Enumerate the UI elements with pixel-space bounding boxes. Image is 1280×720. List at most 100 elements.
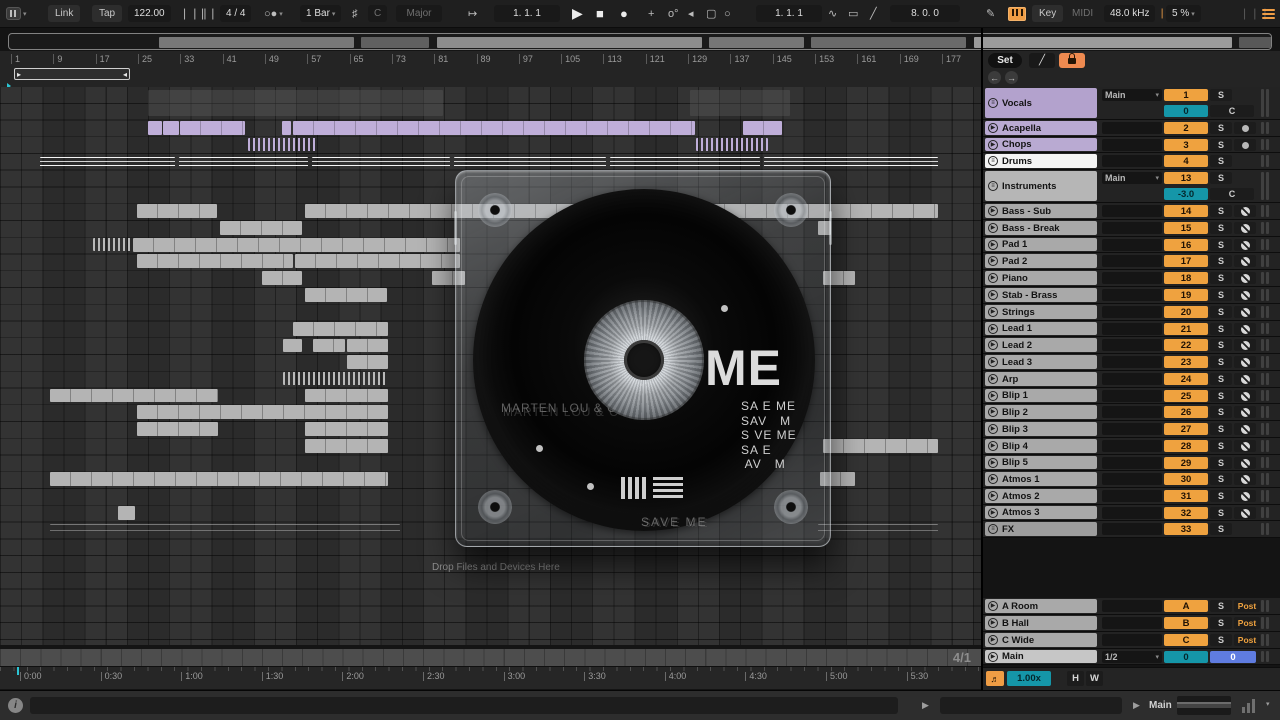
solo-button[interactable]: S — [1210, 473, 1232, 485]
track-row-drums[interactable]: ≡Drums 4S — [983, 153, 1280, 170]
track-value-box[interactable] — [1102, 423, 1162, 435]
track-row-chops[interactable]: ▶Chops3S — [983, 137, 1280, 153]
arrangement-clip[interactable] — [818, 524, 938, 536]
track-play-icon[interactable]: ▶ — [988, 407, 998, 417]
loop-start-field[interactable]: 1. 1. 1 — [756, 5, 822, 22]
solo-button[interactable]: S — [1210, 172, 1232, 184]
track-channel-badge[interactable]: 14 — [1164, 205, 1208, 217]
track-value-box[interactable] — [1102, 339, 1162, 351]
back-arrow-button[interactable]: ← — [988, 71, 1001, 84]
record-button[interactable]: ● — [620, 5, 628, 22]
track-value-box[interactable] — [1102, 122, 1162, 134]
solo-button[interactable]: S — [1210, 339, 1232, 351]
solo-button[interactable]: S — [1210, 373, 1232, 385]
solo-button[interactable]: S — [1210, 122, 1232, 134]
post-toggle[interactable]: Post — [1234, 600, 1260, 612]
post-toggle[interactable]: Post — [1234, 617, 1260, 629]
arrangement-clip[interactable] — [282, 121, 291, 135]
track-name[interactable]: ▶Blip 3 — [985, 422, 1097, 436]
track-play-icon[interactable]: ▶ — [988, 618, 998, 628]
track-name[interactable]: ▶A Room — [985, 599, 1097, 613]
arrangement-clip[interactable] — [305, 422, 388, 436]
track-value-box[interactable] — [1102, 239, 1162, 251]
track-value-box[interactable] — [1102, 507, 1162, 519]
track-value-box[interactable] — [1102, 155, 1162, 167]
arrangement-clip[interactable] — [148, 90, 443, 116]
arrangement-clip[interactable] — [743, 121, 782, 135]
track-name[interactable]: ▶Pad 1 — [985, 238, 1097, 251]
track-value-box[interactable] — [1102, 617, 1162, 629]
track-channel-badge[interactable]: 19 — [1164, 289, 1208, 301]
solo-button[interactable]: S — [1210, 617, 1232, 629]
track-row-blip-3[interactable]: ▶Blip 327S — [983, 421, 1280, 438]
solo-button[interactable]: S — [1210, 306, 1232, 318]
track-arm-box[interactable] — [1234, 122, 1256, 134]
arrangement-clip[interactable] — [40, 157, 175, 168]
group-track-icon[interactable]: ≡ — [988, 181, 998, 191]
track-play-icon[interactable]: ▶ — [988, 441, 998, 451]
solo-button[interactable]: S — [1210, 507, 1232, 519]
track-play-icon[interactable]: ▶ — [988, 357, 998, 367]
track-name[interactable]: ▶Bass - Sub — [985, 204, 1097, 218]
set-button[interactable]: Set — [988, 53, 1022, 68]
track-arm-box[interactable] — [1234, 339, 1256, 351]
track-name[interactable]: ▶Blip 4 — [985, 439, 1097, 453]
solo-button[interactable]: S — [1210, 139, 1232, 151]
track-channel-badge[interactable]: 33 — [1164, 523, 1208, 535]
arrangement-clip[interactable] — [295, 254, 460, 268]
return-track-row-b-hall[interactable]: ▶B HallBSPost — [983, 615, 1280, 632]
back-to-arrangement-button[interactable]: ◂ — [688, 5, 694, 22]
track-name[interactable]: ≡Drums — [985, 154, 1097, 168]
track-channel-badge[interactable]: 4 — [1164, 155, 1208, 167]
track-arm-box[interactable] — [1234, 490, 1256, 502]
track-value-box[interactable] — [1102, 440, 1162, 452]
key-map-button[interactable]: Key — [1032, 5, 1063, 22]
solo-button[interactable]: S — [1210, 356, 1232, 368]
track-row-atmos-2[interactable]: ▶Atmos 231S — [983, 488, 1280, 505]
session-record-grid-icon[interactable]: ▢ — [706, 5, 716, 22]
track-channel-badge[interactable]: 3 — [1164, 139, 1208, 151]
solo-button[interactable]: S — [1210, 523, 1232, 535]
track-row-blip-2[interactable]: ▶Blip 226S — [983, 404, 1280, 421]
track-value-box[interactable] — [1102, 406, 1162, 418]
arrangement-clip[interactable] — [137, 254, 293, 268]
track-channel-badge[interactable]: A — [1164, 600, 1208, 612]
solo-button[interactable]: S — [1210, 155, 1232, 167]
scale-name-field[interactable]: Major — [396, 5, 442, 22]
track-channel-badge[interactable]: 29 — [1164, 457, 1208, 469]
track-value-box[interactable] — [1102, 306, 1162, 318]
root-note-field[interactable]: C — [368, 5, 387, 22]
track-value-box[interactable] — [1102, 356, 1162, 368]
track-arm-box[interactable] — [1234, 507, 1256, 519]
track-arm-box[interactable] — [1234, 139, 1256, 151]
arrangement-position-field[interactable]: 1. 1. 1 — [494, 5, 560, 22]
follow-button[interactable]: ↦ — [468, 5, 477, 22]
track-channel-badge[interactable]: 15 — [1164, 222, 1208, 234]
track-channel-badge[interactable]: 27 — [1164, 423, 1208, 435]
width-button[interactable]: W — [1086, 671, 1103, 686]
group-track-icon[interactable]: ≡ — [988, 98, 998, 108]
track-name[interactable]: ▶Blip 5 — [985, 456, 1097, 469]
track-name[interactable]: ≡Instruments — [985, 171, 1097, 201]
solo-button[interactable]: S — [1210, 406, 1232, 418]
meter-caret-icon[interactable]: ▾ — [1266, 700, 1270, 708]
track-play-icon[interactable]: ▶ — [988, 123, 998, 133]
track-channel-badge[interactable]: 26 — [1164, 406, 1208, 418]
track-row-pad-2[interactable]: ▶Pad 217S — [983, 253, 1280, 270]
solo-button[interactable]: S — [1210, 255, 1232, 267]
group-volume-field[interactable]: -3.0 — [1164, 188, 1208, 200]
track-name[interactable]: ▶Strings — [985, 305, 1097, 319]
lock-icon[interactable] — [1059, 53, 1085, 68]
track-arm-box[interactable] — [1234, 356, 1256, 368]
main-play-icon[interactable]: ▶ — [1133, 700, 1140, 711]
track-row-blip-1[interactable]: ▶Blip 125S — [983, 388, 1280, 404]
arrangement-overview[interactable] — [8, 33, 1272, 50]
track-value-box[interactable] — [1102, 457, 1162, 469]
solo-button[interactable]: S — [1210, 390, 1232, 402]
track-play-icon[interactable]: ▶ — [988, 206, 998, 216]
arrangement-clip[interactable] — [347, 339, 388, 352]
time-signature-field[interactable]: 4 / 4 — [220, 5, 251, 22]
track-play-icon[interactable]: ▶ — [988, 458, 998, 468]
track-name[interactable]: ▶Lead 2 — [985, 338, 1097, 352]
return-track-row-a-room[interactable]: ▶A RoomASPost — [983, 598, 1280, 615]
